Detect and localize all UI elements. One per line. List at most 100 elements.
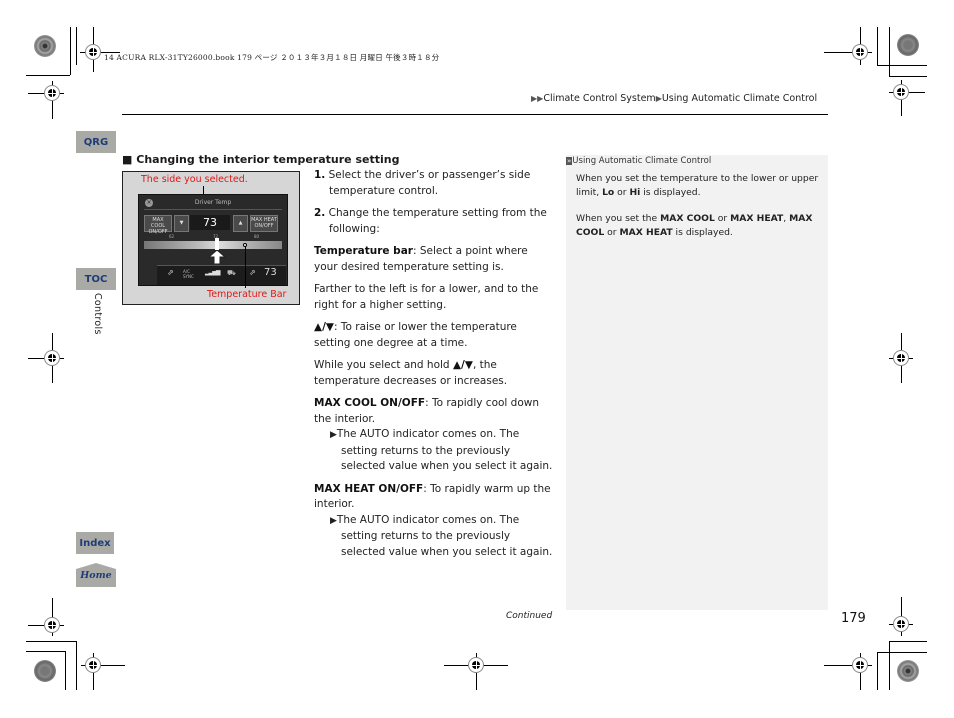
temperature-bar-paragraph: Temperature bar: Select a point where yo… <box>314 244 554 275</box>
max-heat-term: MAX HEAT <box>619 226 673 238</box>
hi-term: Hi <box>629 186 641 198</box>
print-header: 14 ACURA RLX-31TY26000.book 179 ページ ２０１３… <box>104 53 440 62</box>
crop-line <box>889 641 927 642</box>
instructions-column: 1. Select the driver’s or passenger’s si… <box>314 168 554 567</box>
passenger-fan-mode-icon[interactable]: ⇗ <box>249 268 256 277</box>
climate-screen-figure: The side you selected. × Driver Temp MAX… <box>122 171 300 305</box>
temp-up-button[interactable]: ▲ <box>233 215 248 232</box>
crop-line <box>26 75 70 76</box>
max-heat-note-text: The AUTO indicator comes on. The setting… <box>336 513 553 558</box>
max-heat-button[interactable]: MAX HEAT ON/OFF <box>250 215 278 232</box>
climate-touchscreen: × Driver Temp MAX COOL ON/OFF ▼ 73 ▲ MAX… <box>138 194 288 286</box>
side-note-heading: »Using Automatic Climate Control <box>566 156 711 166</box>
step-1-number: 1. <box>314 169 326 181</box>
page-number: 179 <box>841 611 866 626</box>
color-rosette-mark <box>897 660 919 682</box>
step-2-number: 2. <box>314 207 326 219</box>
recirculation-icon[interactable]: ⛟ <box>227 269 236 278</box>
side-note-paragraph-2: When you set the MAX COOL or MAX HEAT, M… <box>576 212 822 239</box>
max-cool-term: MAX COOL ON/OFF <box>314 397 426 409</box>
fan-speed-icon[interactable]: ▂▃▅▆ <box>205 269 221 276</box>
ac-sync-button[interactable]: A/C SYNC <box>183 269 201 279</box>
lo-term: Lo <box>602 186 615 198</box>
home-button[interactable]: Home <box>76 563 116 587</box>
crop-line <box>26 651 66 652</box>
step-1-text: Select the driver’s or passenger’s side … <box>328 169 531 197</box>
breadcrumb-arrows-icon: ▶▶ <box>531 94 544 103</box>
crop-line <box>76 641 77 690</box>
max-heat-term: MAX HEAT ON/OFF <box>314 482 424 495</box>
step-1: 1. Select the driver’s or passenger’s si… <box>314 168 554 199</box>
callout-leader-dot <box>243 243 247 247</box>
toc-button[interactable]: TOC <box>76 268 116 290</box>
side-note-panel: »Using Automatic Climate Control When yo… <box>566 155 828 610</box>
text: is displayed. <box>640 186 701 198</box>
hold-paragraph: While you select and hold ▲/▼, the tempe… <box>314 358 554 389</box>
header-rule <box>122 114 828 115</box>
continued-label: Continued <box>506 611 553 621</box>
color-rosette-mark <box>34 35 56 57</box>
crop-line <box>877 652 927 653</box>
section-bullet-icon: ■ <box>122 153 133 166</box>
step-2-text: Change the temperature setting from the … <box>328 207 547 235</box>
callout-side-selected: The side you selected. <box>141 174 248 185</box>
text: or <box>614 186 630 198</box>
crop-line <box>877 27 878 65</box>
farther-paragraph: Farther to the left is for a lower, and … <box>314 283 539 311</box>
crop-line <box>26 641 76 642</box>
text: When you set the <box>576 213 661 224</box>
max-cool-button[interactable]: MAX COOL ON/OFF <box>144 215 172 235</box>
max-cool-paragraph: MAX COOL ON/OFF: To rapidly cool down th… <box>314 396 554 427</box>
text: or <box>604 226 620 238</box>
temperature-bar[interactable] <box>144 241 282 249</box>
breadcrumb-item-using-automatic-climate-control[interactable]: Using Automatic Climate Control <box>662 93 817 104</box>
step-2: 2. Change the temperature setting from t… <box>314 206 554 237</box>
temperature-bar-term: Temperature bar <box>314 245 413 257</box>
screen-title: Driver Temp <box>194 199 232 206</box>
screen-header-rule <box>144 209 282 210</box>
max-cool-note-text: The AUTO indicator comes on. The setting… <box>336 428 553 472</box>
crop-line <box>70 27 71 75</box>
home-label: Home <box>80 570 112 581</box>
callout-temperature-bar: Temperature Bar <box>207 289 287 300</box>
crop-line <box>889 76 927 77</box>
temperature-bar-marker <box>215 238 219 250</box>
crop-line <box>877 65 927 66</box>
color-rosette-mark <box>34 660 56 682</box>
section-title-text: Changing the interior temperature settin… <box>136 153 400 166</box>
max-cool-note: ▶The AUTO indicator comes on. The settin… <box>314 427 554 475</box>
passenger-temp-display: 73 <box>264 267 277 278</box>
side-note-heading-text: Using Automatic Climate Control <box>572 156 712 166</box>
text: is displayed. <box>672 226 733 238</box>
crop-line <box>76 27 77 65</box>
side-note-body: When you set the temperature to the lowe… <box>576 172 822 252</box>
crop-line <box>65 651 66 690</box>
breadcrumb: ▶▶Climate Control System▶Using Automatic… <box>531 93 817 104</box>
temp-scale-low: 62 <box>169 234 175 239</box>
index-button[interactable]: Index <box>76 532 114 554</box>
crop-line <box>889 641 890 690</box>
qrg-button[interactable]: QRG <box>76 131 116 153</box>
max-heat-term: MAX HEAT <box>730 213 784 224</box>
up-arrow-pointer-icon <box>209 250 225 264</box>
arrows-description: : To raise or lower the temperature sett… <box>314 321 517 349</box>
callout-leader-bottom <box>245 244 246 288</box>
crop-line <box>889 27 890 76</box>
fan-mode-icon[interactable]: ⇗ <box>167 268 174 277</box>
hold-text-pre: While you select and hold <box>314 359 453 371</box>
text: or <box>714 213 731 224</box>
section-tab-label: Controls <box>92 293 103 335</box>
temp-down-button[interactable]: ▼ <box>174 215 189 232</box>
driver-temp-display: 73 <box>190 215 230 230</box>
color-rosette-mark <box>897 34 919 56</box>
arrows-paragraph: ▲/▼: To raise or lower the temperature s… <box>314 320 554 351</box>
max-heat-paragraph: MAX HEAT ON/OFF: To rapidly warm up the … <box>314 482 554 513</box>
max-heat-note: ▶The AUTO indicator comes on. The settin… <box>314 513 554 561</box>
max-cool-term: MAX COOL <box>660 213 715 224</box>
breadcrumb-item-climate-control-system[interactable]: Climate Control System <box>543 93 655 104</box>
note-arrow-icon: ▶ <box>330 430 337 440</box>
up-down-arrows-icon: ▲/▼ <box>314 321 334 333</box>
side-note-paragraph-1: When you set the temperature to the lowe… <box>576 172 822 199</box>
crop-line <box>877 652 878 690</box>
up-down-arrows-icon: ▲/▼ <box>452 359 473 371</box>
